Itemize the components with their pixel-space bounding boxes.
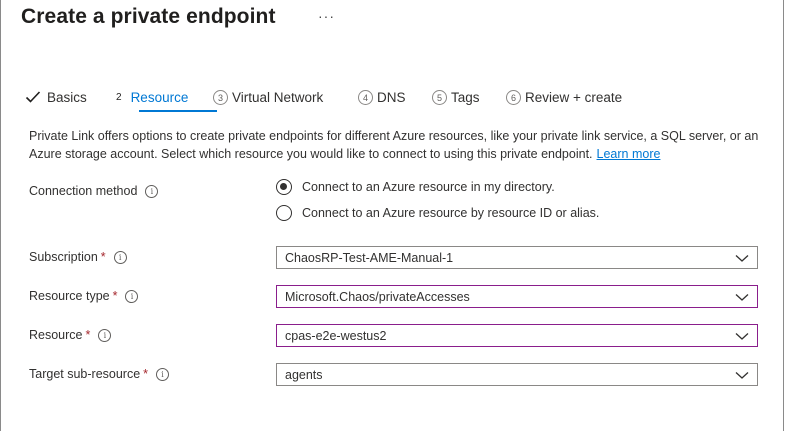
page-title: Create a private endpoint bbox=[21, 5, 276, 28]
radio-option-resource-id[interactable]: Connect to an Azure resource by resource… bbox=[276, 205, 599, 221]
tab-resource[interactable]: 2 Resource bbox=[116, 86, 188, 108]
tab-dns[interactable]: 4 DNS bbox=[358, 86, 406, 108]
resource-label: Resource * i bbox=[29, 328, 112, 342]
description: Private Link offers options to create pr… bbox=[29, 127, 764, 163]
dropdown-value: cpas-e2e-westus2 bbox=[285, 328, 387, 343]
more-options-button[interactable]: ··· bbox=[318, 8, 335, 24]
info-icon[interactable]: i bbox=[98, 328, 112, 342]
target-sub-resource-label: Target sub-resource * i bbox=[29, 367, 170, 381]
required-indicator: * bbox=[143, 367, 149, 381]
tab-tags[interactable]: 5 Tags bbox=[432, 86, 480, 108]
tab-label: Review + create bbox=[525, 89, 623, 105]
info-icon[interactable]: i bbox=[156, 367, 170, 381]
active-tab-indicator bbox=[139, 110, 217, 112]
chevron-down-icon bbox=[735, 255, 749, 262]
connection-method-label: Connection method i bbox=[29, 184, 159, 198]
subscription-label: Subscription * i bbox=[29, 250, 127, 264]
dropdown-value: agents bbox=[285, 367, 323, 382]
resource-type-label: Resource type * i bbox=[29, 289, 139, 303]
subscription-dropdown[interactable]: ChaosRP-Test-AME-Manual-1 bbox=[276, 246, 758, 269]
step-number-badge: 3 bbox=[213, 89, 228, 105]
info-icon[interactable]: i bbox=[113, 250, 127, 264]
chevron-down-icon bbox=[735, 372, 749, 379]
tab-step-number: 2 bbox=[116, 91, 122, 103]
resource-dropdown[interactable]: cpas-e2e-westus2 bbox=[276, 324, 758, 347]
dropdown-value: Microsoft.Chaos/privateAccesses bbox=[285, 289, 470, 304]
info-icon[interactable]: i bbox=[125, 289, 139, 303]
required-indicator: * bbox=[85, 328, 91, 342]
tab-review-create[interactable]: 6 Review + create bbox=[506, 86, 622, 108]
field-label: Connection method bbox=[29, 184, 138, 198]
window-border-left bbox=[0, 0, 1, 431]
chevron-down-icon bbox=[735, 333, 749, 340]
field-label: Resource type bbox=[29, 289, 110, 303]
step-number-badge: 6 bbox=[506, 89, 521, 105]
field-label: Subscription bbox=[29, 250, 98, 264]
tab-label: Virtual Network bbox=[232, 89, 324, 105]
tab-label: Tags bbox=[451, 89, 480, 105]
tab-label: DNS bbox=[377, 89, 406, 105]
tab-virtual-network[interactable]: 3 Virtual Network bbox=[213, 86, 323, 108]
radio-button[interactable] bbox=[276, 205, 292, 221]
dropdown-value: ChaosRP-Test-AME-Manual-1 bbox=[285, 250, 454, 265]
radio-label: Connect to an Azure resource in my direc… bbox=[302, 180, 555, 194]
radio-option-directory[interactable]: Connect to an Azure resource in my direc… bbox=[276, 179, 555, 195]
chevron-down-icon bbox=[735, 294, 749, 301]
step-number-badge: 4 bbox=[358, 89, 373, 105]
tab-label: Basics bbox=[47, 89, 87, 105]
field-label: Resource bbox=[29, 328, 83, 342]
radio-button-selected[interactable] bbox=[276, 179, 292, 195]
step-number-badge: 5 bbox=[432, 89, 447, 105]
radio-label: Connect to an Azure resource by resource… bbox=[302, 206, 600, 220]
learn-more-link[interactable]: Learn more bbox=[597, 147, 661, 161]
required-indicator: * bbox=[100, 250, 106, 264]
tab-basics[interactable]: Basics bbox=[25, 86, 87, 108]
info-icon[interactable]: i bbox=[145, 184, 159, 198]
target-sub-resource-dropdown[interactable]: agents bbox=[276, 363, 758, 386]
tab-label: Resource bbox=[130, 89, 189, 105]
field-label: Target sub-resource bbox=[29, 367, 141, 381]
checkmark-icon bbox=[25, 91, 41, 103]
required-indicator: * bbox=[112, 289, 118, 303]
window-border-right bbox=[783, 0, 784, 431]
resource-type-dropdown[interactable]: Microsoft.Chaos/privateAccesses bbox=[276, 285, 758, 308]
